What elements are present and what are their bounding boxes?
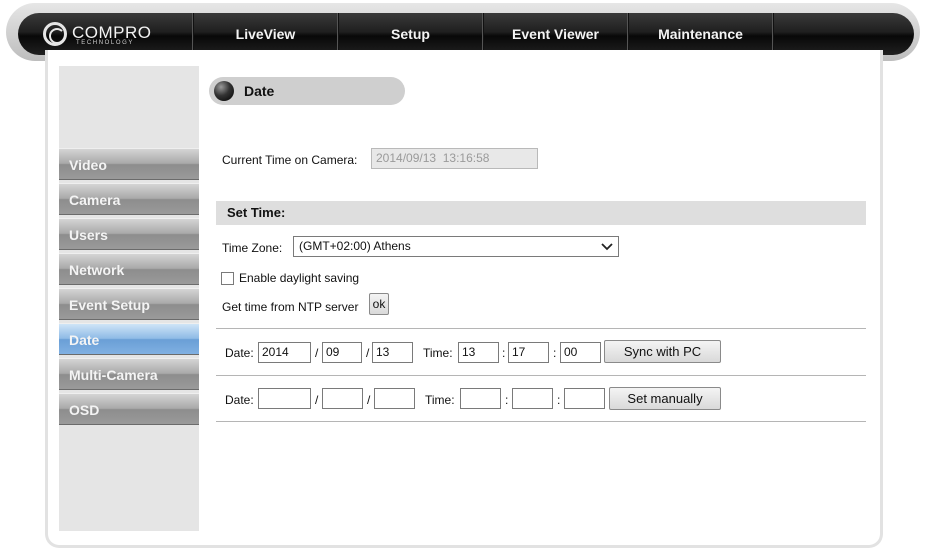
- manual-time-sep-2: :: [557, 393, 561, 407]
- manual-day-input[interactable]: [374, 388, 415, 409]
- brand-logo[interactable]: COMPRO TECHNOLOGY: [18, 13, 193, 55]
- sync-year-input[interactable]: 2014: [258, 342, 311, 363]
- sync-time-label: Time:: [423, 346, 453, 360]
- sidebar-item-network[interactable]: Network: [59, 253, 199, 285]
- sync-date-sep-1: /: [315, 346, 319, 360]
- page-title: Date: [244, 83, 275, 99]
- chevron-down-icon: [601, 243, 613, 251]
- manual-time-sep-1: :: [505, 393, 509, 407]
- manual-date-sep-1: /: [315, 393, 319, 407]
- set-manually-button[interactable]: Set manually: [609, 387, 721, 410]
- nav-setup[interactable]: Setup: [338, 13, 483, 55]
- sidebar-item-users[interactable]: Users: [59, 218, 199, 250]
- top-nav: COMPRO TECHNOLOGY LiveView Setup Event V…: [18, 13, 914, 55]
- set-time-heading-band: Set Time:: [216, 201, 866, 225]
- divider: [216, 328, 866, 329]
- divider: [216, 375, 866, 376]
- manual-date-sep-2: /: [367, 393, 371, 407]
- manual-date-label: Date:: [225, 393, 254, 407]
- sync-month-input[interactable]: 09: [322, 342, 362, 363]
- brand-sub: TECHNOLOGY: [76, 40, 135, 46]
- sync-with-pc-button[interactable]: Sync with PC: [604, 340, 721, 363]
- section-header: Date: [209, 77, 405, 105]
- current-time-field: 2014/09/13 13:16:58: [371, 148, 538, 169]
- nav-event-viewer[interactable]: Event Viewer: [483, 13, 628, 55]
- current-time-label: Current Time on Camera:: [222, 153, 358, 167]
- sync-hour-input[interactable]: 13: [458, 342, 499, 363]
- sidebar-item-video[interactable]: Video: [59, 148, 199, 180]
- time-zone-select[interactable]: (GMT+02:00) Athens: [293, 236, 619, 257]
- nav-liveview[interactable]: LiveView: [193, 13, 338, 55]
- manual-minute-input[interactable]: [512, 388, 553, 409]
- sync-time-sep-2: :: [553, 346, 557, 360]
- time-zone-value: (GMT+02:00) Athens: [299, 239, 411, 253]
- ntp-ok-button[interactable]: ok: [369, 293, 389, 315]
- time-zone-label: Time Zone:: [222, 241, 283, 255]
- manual-year-input[interactable]: [258, 388, 311, 409]
- sidebar-item-camera[interactable]: Camera: [59, 183, 199, 215]
- nav-spacer: [773, 13, 914, 55]
- sidebar-item-osd[interactable]: OSD: [59, 393, 199, 425]
- sync-time-sep-1: :: [502, 346, 506, 360]
- manual-month-input[interactable]: [322, 388, 363, 409]
- manual-hour-input[interactable]: [460, 388, 501, 409]
- manual-time-label: Time:: [425, 393, 455, 407]
- nav-maintenance[interactable]: Maintenance: [628, 13, 773, 55]
- sync-date-sep-2: /: [366, 346, 370, 360]
- daylight-saving-checkbox[interactable]: [221, 272, 234, 285]
- sync-second-input[interactable]: 00: [560, 342, 601, 363]
- bullet-icon: [214, 81, 234, 101]
- manual-second-input[interactable]: [564, 388, 605, 409]
- sidebar-item-multi-camera[interactable]: Multi-Camera: [59, 358, 199, 390]
- daylight-saving-label: Enable daylight saving: [239, 271, 360, 285]
- sidebar-item-date[interactable]: Date: [59, 323, 199, 355]
- sync-day-input[interactable]: 13: [372, 342, 413, 363]
- sidebar-item-event-setup[interactable]: Event Setup: [59, 288, 199, 320]
- sidebar: Video Camera Users Network Event Setup D…: [59, 66, 199, 531]
- compro-logo-icon: [43, 22, 67, 46]
- ntp-label: Get time from NTP server: [222, 300, 359, 314]
- divider: [216, 421, 866, 422]
- set-time-heading: Set Time:: [227, 205, 286, 220]
- sync-minute-input[interactable]: 17: [508, 342, 549, 363]
- sync-date-label: Date:: [225, 346, 254, 360]
